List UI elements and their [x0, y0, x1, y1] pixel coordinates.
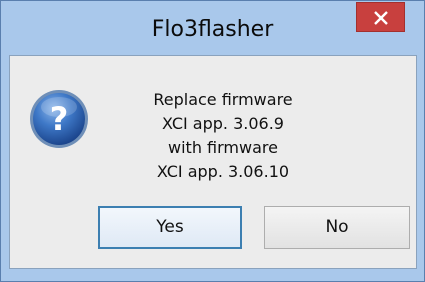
message-line: with firmware: [168, 138, 278, 157]
close-button[interactable]: [356, 2, 405, 32]
question-icon: ?: [30, 90, 88, 148]
message-line: XCI app. 3.06.10: [156, 162, 290, 181]
message-dialog-window: Flo3flasher ? Replace firmware XCI app. …: [0, 0, 425, 282]
yes-button[interactable]: Yes: [98, 206, 242, 249]
title-bar[interactable]: Flo3flasher: [1, 1, 424, 42]
message-line: XCI app. 3.06.9: [162, 114, 284, 133]
dialog-message: Replace firmware XCI app. 3.06.9 with fi…: [108, 88, 338, 184]
no-button[interactable]: No: [264, 206, 410, 249]
dialog-body: ? Replace firmware XCI app. 3.06.9 with …: [9, 55, 417, 269]
svg-text:?: ?: [50, 100, 69, 138]
message-line: Replace firmware: [153, 90, 293, 109]
close-icon: [374, 11, 388, 25]
